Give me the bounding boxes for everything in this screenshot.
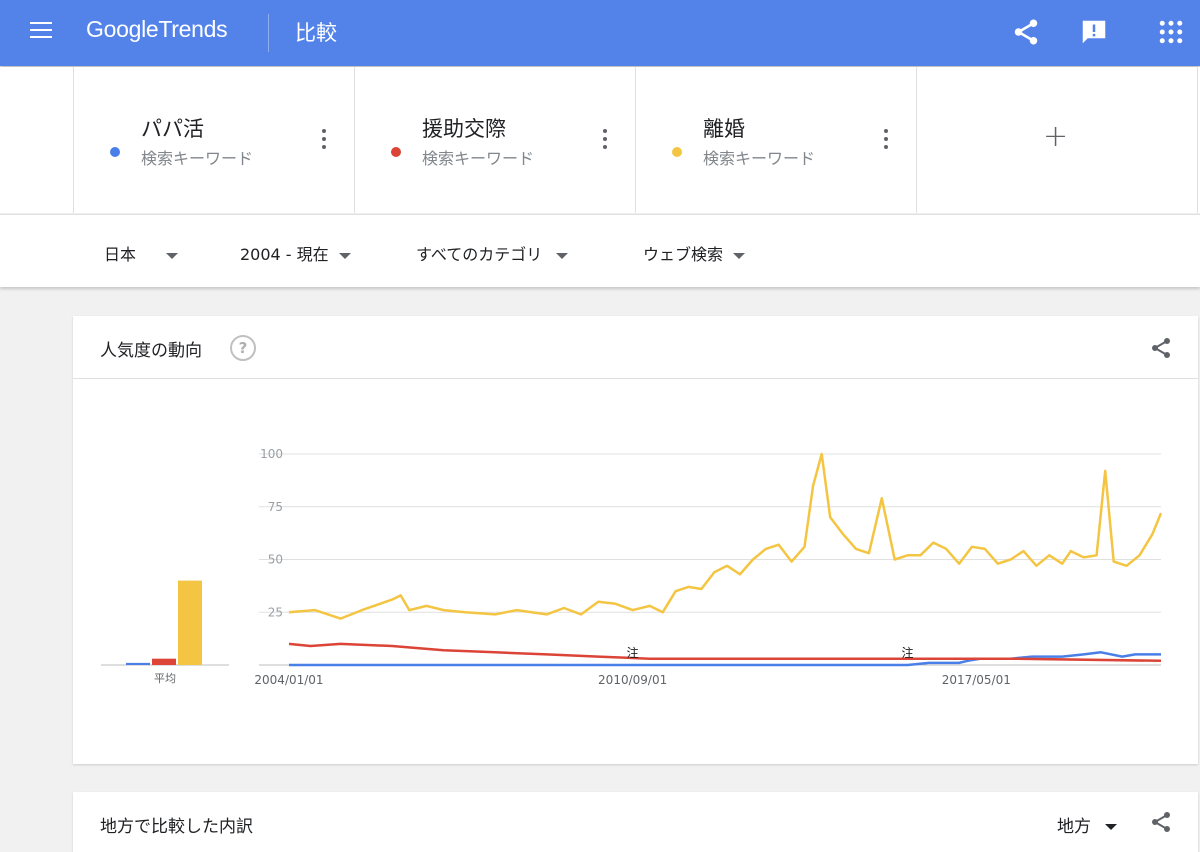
dropdown-arrow-icon — [1105, 824, 1117, 830]
share-icon[interactable] — [1149, 810, 1173, 834]
x-tick-label: 2010/09/01 — [598, 673, 667, 687]
y-tick-label: 75 — [268, 500, 283, 514]
page-title: 比較 — [295, 21, 337, 45]
more-vert-icon[interactable] — [322, 129, 326, 153]
chart-annotation-marker: 注 — [627, 645, 639, 660]
dropdown-arrow-icon — [166, 252, 179, 259]
keyword-name[interactable]: 離婚 — [703, 113, 745, 143]
filter-bar: 日本 2004 - 現在 すべてのカテゴリ ウェブ検索 — [0, 214, 1200, 287]
average-bar-0 — [126, 662, 150, 665]
menu-icon[interactable] — [30, 22, 52, 38]
y-tick-label: 50 — [268, 553, 283, 567]
trend-chart[interactable]: 25 50 75 100 2004/01/01 2010/09/01 2017/05/01 注… — [73, 379, 1198, 764]
regional-breakdown-card: 地方で比較した内訳 地方 — [73, 792, 1198, 852]
region-level-select[interactable]: 地方 — [1057, 812, 1117, 837]
help-icon[interactable]: ? — [230, 335, 256, 361]
interest-over-time-card: 人気度の動向 ? 25 50 75 100 2004/01/01 2010/09/01 20… — [73, 316, 1198, 764]
series-line-2 — [288, 452, 1163, 620]
feedback-icon[interactable] — [1079, 17, 1109, 47]
keyword-name[interactable]: パパ活 — [141, 113, 204, 143]
region-filter-label: 日本 — [104, 245, 137, 264]
logo-trends-text: Trends — [158, 16, 228, 42]
average-label: 平均 — [154, 672, 176, 685]
keyword-card-2[interactable]: 離婚 検索キーワード — [635, 67, 916, 213]
dropdown-arrow-icon — [556, 252, 569, 259]
dropdown-arrow-icon — [338, 252, 351, 259]
chart-annotation-marker: 注 — [902, 645, 914, 660]
keyword-type: 検索キーワード — [703, 149, 816, 168]
average-bar-1 — [152, 658, 176, 665]
y-tick-label: 100 — [260, 447, 283, 461]
more-vert-icon[interactable] — [884, 129, 888, 153]
series-color-dot — [110, 147, 120, 157]
period-filter[interactable]: 2004 - 現在 — [240, 241, 351, 265]
search-type-filter[interactable]: ウェブ検索 — [643, 241, 746, 265]
card-title: 地方で比較した内訳 — [100, 817, 253, 837]
period-filter-label: 2004 - 現在 — [240, 245, 329, 264]
keyword-type: 検索キーワード — [141, 149, 254, 168]
keyword-name[interactable]: 援助交際 — [422, 113, 506, 143]
series-color-dot — [672, 147, 682, 157]
keyword-card-1[interactable]: 援助交際 検索キーワード — [354, 67, 635, 213]
series-color-dot — [391, 147, 401, 157]
category-filter-label: すべてのカテゴリ — [416, 245, 543, 264]
dropdown-arrow-icon — [733, 252, 746, 259]
average-bar-2 — [178, 580, 202, 665]
keyword-card-0[interactable]: パパ活 検索キーワード — [73, 67, 354, 213]
share-icon[interactable] — [1149, 336, 1173, 360]
y-tick-label: 25 — [268, 605, 283, 619]
card-title: 人気度の動向 — [100, 341, 202, 361]
region-level-label: 地方 — [1057, 817, 1091, 837]
search-type-filter-label: ウェブ検索 — [643, 245, 724, 264]
series-line-1 — [288, 642, 1162, 663]
x-tick-label: 2004/01/01 — [254, 673, 323, 687]
header-divider — [268, 14, 269, 52]
category-filter[interactable]: すべてのカテゴリ — [416, 241, 569, 265]
region-filter[interactable]: 日本 — [104, 241, 179, 265]
google-trends-logo[interactable]: GoogleTrends — [86, 16, 228, 43]
top-bar: GoogleTrends 比較 — [0, 0, 1200, 66]
add-comparison-button[interactable]: + — [916, 67, 1198, 213]
keyword-type: 検索キーワード — [422, 149, 535, 168]
plus-icon: + — [1043, 119, 1069, 154]
card-header: 人気度の動向 ? — [73, 316, 1198, 379]
logo-google-text: Google — [86, 16, 159, 42]
keyword-strip: パパ活 検索キーワード 援助交際 検索キーワード 離婚 検索キーワード + — [0, 67, 1200, 213]
share-icon[interactable] — [1011, 17, 1041, 47]
x-tick-label: 2017/05/01 — [942, 673, 1011, 687]
apps-icon[interactable] — [1156, 17, 1186, 47]
more-vert-icon[interactable] — [603, 129, 607, 153]
